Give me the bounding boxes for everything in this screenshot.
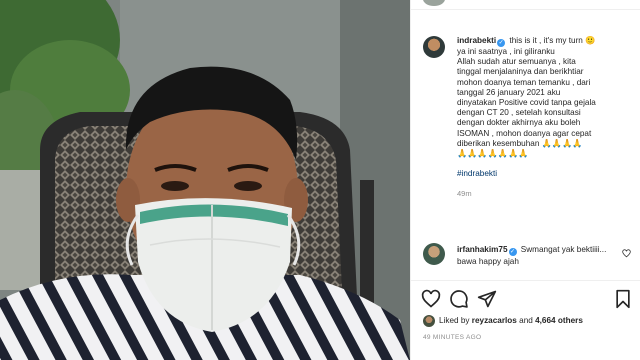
post-side-panel: indrabekti ✓ this is it , it's my turn 🙂 … — [410, 0, 640, 360]
liker-username[interactable]: reyzacarlos — [472, 316, 517, 325]
caption-line: tanggal 26 january 2021 aku — [457, 87, 561, 97]
caption-line: dengan CT 20 , setelah konsultasi — [457, 108, 581, 118]
owner-avatar[interactable] — [423, 36, 445, 58]
likes-joiner: and — [519, 316, 533, 325]
comment-like-heart-icon[interactable] — [622, 249, 631, 258]
commenter-avatar[interactable] — [423, 243, 445, 265]
caption-line: diberikan kesembuhan 🙏🙏🙏🙏 — [457, 138, 583, 148]
caption-line: mohon doanya teman temanku , dari — [457, 77, 591, 87]
post-header-strip — [411, 0, 640, 10]
caption-line: 🙏🙏🙏🙏🙏🙏🙏 — [457, 149, 529, 159]
selfie-image — [0, 0, 410, 360]
post-timestamp[interactable]: 49 MINUTES AGO — [423, 334, 481, 341]
caption-line: dengan dokter akhirnya aku boleh — [457, 118, 581, 128]
likes-prefix: Liked by — [439, 316, 470, 325]
comment-text: irfanhakim75 ✓ Swmangat yak bektiiii... b… — [457, 244, 617, 267]
likes-count[interactable]: 4,664 others — [535, 316, 583, 325]
caption-line: ya ini saatnya , ini giliranku — [457, 47, 555, 56]
caption-line: tinggal menjalaninya dan berikhtiar — [457, 67, 584, 77]
caption-text: indrabekti ✓ this is it , it's my turn 🙂 … — [457, 36, 635, 200]
commenter-username[interactable]: irfanhakim75 — [457, 245, 508, 254]
verified-badge-icon: ✓ — [508, 248, 517, 256]
caption-line: Allah sudah atur semuanya , kita — [457, 57, 576, 67]
caption-line: this is it , it's my turn 🙂 — [509, 36, 596, 45]
caption-line: ISOMAN , mohon doanya agar cepat — [457, 128, 592, 138]
header-avatar[interactable] — [423, 0, 445, 6]
verified-badge-icon: ✓ — [497, 39, 506, 47]
comment-icon[interactable] — [449, 289, 469, 309]
heart-icon[interactable] — [421, 289, 441, 309]
post-photo[interactable] — [0, 0, 410, 360]
hashtag-link[interactable]: #indrabekti — [457, 169, 635, 179]
likes-summary: Liked by reyzacarlos and 4,664 others — [423, 313, 635, 329]
share-icon[interactable] — [477, 289, 497, 309]
liker-avatar[interactable] — [423, 315, 435, 327]
caption-line: dinyatakan Positive covid tanpa gejala — [457, 98, 596, 108]
caption-time[interactable]: 49m — [457, 189, 635, 199]
bookmark-icon[interactable] — [613, 289, 633, 309]
owner-username[interactable]: indrabekti — [457, 36, 496, 45]
comment-item: irfanhakim75 ✓ Swmangat yak bektiiii... b… — [423, 243, 633, 273]
